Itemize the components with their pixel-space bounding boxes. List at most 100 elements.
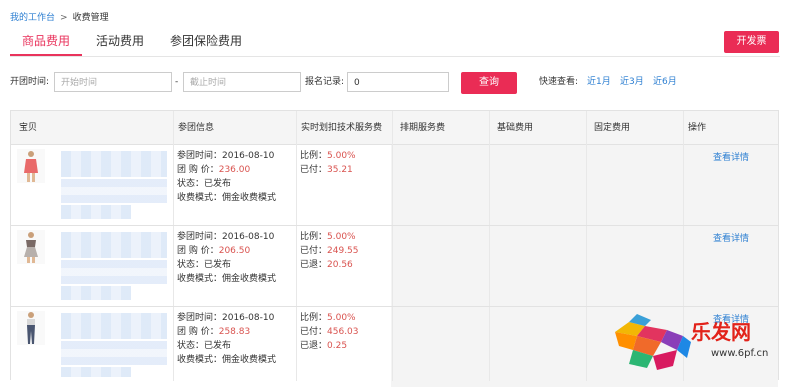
dress-figure-icon <box>24 151 38 182</box>
blurred-product-title <box>61 151 167 177</box>
header-item: 宝贝 <box>19 123 38 133</box>
column-divider <box>173 111 174 381</box>
product-thumbnail[interactable] <box>17 311 45 345</box>
status-text: 状态：已发布 <box>177 341 232 351</box>
charge-mode-text: 收费模式：佣金收费模式 <box>177 274 277 284</box>
tab-group-insurance-fees[interactable]: 参团保险费用 <box>170 31 242 55</box>
signup-record-input[interactable]: 0 <box>347 72 449 92</box>
end-time-input[interactable]: 截止时间 <box>183 72 301 92</box>
group-time-text: 参团时间：2016-08-10 <box>177 313 275 323</box>
blurred-product-meta <box>61 286 131 300</box>
refund-line: 已退：0.25 <box>300 340 347 352</box>
status-text: 状态：已发布 <box>177 179 232 189</box>
blurred-product-meta <box>61 367 131 377</box>
ratio-value: 5.00% <box>327 151 356 161</box>
column-divider <box>392 111 393 381</box>
blurred-product-info <box>61 179 167 203</box>
ratio-line: 比例：5.00% <box>300 312 356 324</box>
row-divider <box>11 306 778 307</box>
ratio-line: 比例：5.00% <box>300 231 356 243</box>
group-price-value: 236.00 <box>218 165 251 175</box>
paid-label: 已付： <box>300 246 328 256</box>
group-price-line: 团 购 价：236.00 <box>177 164 250 176</box>
tabs-divider <box>10 56 780 57</box>
breadcrumb: 我的工作台 > 收费管理 <box>10 10 109 23</box>
refund-value: 0.25 <box>327 341 348 351</box>
paid-line: 已付：456.03 <box>300 326 359 338</box>
quick-link-3-months[interactable]: 近3月 <box>620 71 644 93</box>
header-base-fee: 基础费用 <box>497 123 534 133</box>
blurred-product-info <box>61 341 167 365</box>
paid-value: 456.03 <box>327 327 359 337</box>
refund-line: 已退：20.56 <box>300 259 353 271</box>
paid-value: 35.21 <box>327 165 353 175</box>
end-time-placeholder: 截止时间 <box>190 78 227 88</box>
product-thumbnail[interactable] <box>17 149 45 183</box>
group-price-value: 258.83 <box>218 327 251 337</box>
header-realtime-fee: 实时划扣技术服务费 <box>301 123 383 133</box>
view-details-link[interactable]: 查看详情 <box>713 231 749 244</box>
paid-label: 已付： <box>300 165 328 175</box>
group-price-label: 团 购 价： <box>177 165 219 175</box>
row-divider <box>11 225 778 226</box>
group-price-line: 团 购 价：206.50 <box>177 245 250 257</box>
ratio-label: 比例： <box>300 232 328 242</box>
ratio-line: 比例：5.00% <box>300 150 356 162</box>
view-details-link[interactable]: 查看详情 <box>713 150 749 163</box>
column-divider <box>586 111 587 381</box>
blurred-product-title <box>61 313 167 339</box>
quick-view-label: 快速查看: <box>539 77 579 87</box>
status-text: 状态：已发布 <box>177 260 232 270</box>
top-and-skirt-figure-icon <box>24 232 38 263</box>
header-schedule-fee: 排期服务费 <box>400 123 446 133</box>
group-price-value: 206.50 <box>218 246 251 256</box>
ratio-value: 5.00% <box>327 313 356 323</box>
tab-product-fees[interactable]: 商品费用 <box>22 31 70 55</box>
refund-label: 已退： <box>300 341 328 351</box>
charge-mode-text: 收费模式：佣金收费模式 <box>177 355 277 365</box>
group-time-text: 参团时间：2016-08-10 <box>177 151 275 161</box>
tab-activity-fees[interactable]: 活动费用 <box>96 31 144 55</box>
group-time-text: 参团时间：2016-08-10 <box>177 232 275 242</box>
ratio-label: 比例： <box>300 313 328 323</box>
charge-mode-text: 收费模式：佣金收费模式 <box>177 193 277 203</box>
start-time-input[interactable]: 开始时间 <box>54 72 172 92</box>
table-header: 宝贝 参团信息 实时划扣技术服务费 排期服务费 基础费用 固定费用 操作 <box>11 111 778 145</box>
header-fixed-fee: 固定费用 <box>594 123 631 133</box>
refund-label: 已退： <box>300 260 328 270</box>
ratio-label: 比例： <box>300 151 328 161</box>
signup-record-label: 报名记录: <box>305 77 345 87</box>
group-price-label: 团 购 价： <box>177 246 219 256</box>
start-time-placeholder: 开始时间 <box>61 78 98 88</box>
issue-invoice-button[interactable]: 开发票 <box>724 31 779 53</box>
paid-label: 已付： <box>300 327 328 337</box>
site-watermark: 乐发网 www.6pf.cn <box>607 312 800 374</box>
group-price-line: 团 购 价：258.83 <box>177 326 250 338</box>
quick-link-6-months[interactable]: 近6月 <box>653 71 677 93</box>
column-divider <box>296 111 297 381</box>
product-thumbnail[interactable] <box>17 230 45 264</box>
query-button[interactable]: 查询 <box>461 72 517 94</box>
breadcrumb-current: 收费管理 <box>72 13 109 23</box>
paid-line: 已付：35.21 <box>300 164 353 176</box>
watermark-brand: 乐发网 <box>691 320 751 344</box>
signup-record-value: 0 <box>354 78 360 88</box>
group-price-label: 团 购 价： <box>177 327 219 337</box>
breadcrumb-separator: > <box>60 13 68 23</box>
blurred-product-title <box>61 232 167 258</box>
paid-value: 249.55 <box>327 246 359 256</box>
watermark-url: www.6pf.cn <box>711 348 769 359</box>
header-group-info: 参团信息 <box>178 123 215 133</box>
blurred-product-info <box>61 260 167 284</box>
date-range-separator: - <box>175 77 179 87</box>
blurred-product-meta <box>61 205 131 219</box>
group-time-label: 开团时间: <box>10 77 50 87</box>
breadcrumb-home-link[interactable]: 我的工作台 <box>10 13 55 23</box>
refund-value: 20.56 <box>327 260 353 270</box>
paid-line: 已付：249.55 <box>300 245 359 257</box>
header-actions: 操作 <box>688 123 707 133</box>
jeans-figure-icon <box>27 312 35 344</box>
ratio-value: 5.00% <box>327 232 356 242</box>
quick-link-1-month[interactable]: 近1月 <box>587 71 611 93</box>
column-divider <box>489 111 490 381</box>
